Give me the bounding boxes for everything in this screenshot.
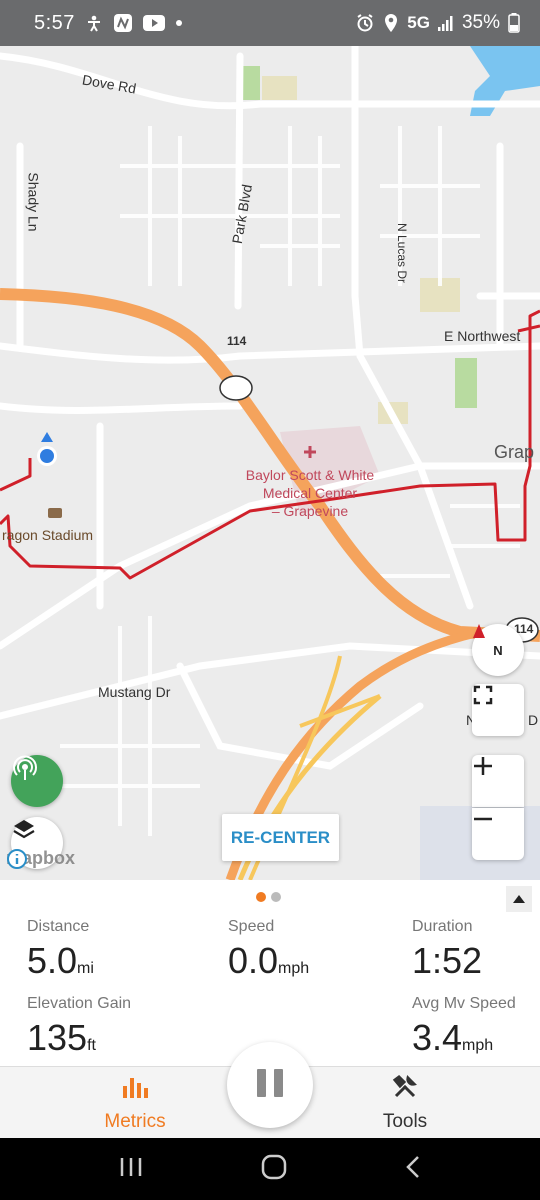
accessibility-icon [85,14,103,32]
road-label-lucas: N Lucas Dr [395,222,410,284]
metric-label: Distance [27,918,90,935]
speed-value: 0.0 [228,940,279,981]
zoom-in-button[interactable] [472,755,524,807]
elevation-unit: ft [87,1037,96,1054]
status-bar: 5:57 5G 35% [0,0,540,46]
map-canvas [0,46,540,880]
distance-unit: mi [77,960,94,977]
map-view[interactable]: Dove Rd Shady Ln Park Blvd N Lucas Dr E … [0,46,540,880]
youtube-icon [142,15,165,31]
back-button[interactable] [405,1155,421,1184]
metric-elevation: Elevation Gain 135ft [27,995,131,1059]
chevron-up-icon [513,890,525,908]
recent-apps-button[interactable] [119,1156,143,1183]
metric-value: 5.0mi [27,940,94,982]
tab-metrics[interactable]: Metrics [55,1067,215,1139]
tab-tools-label: Tools [382,1110,428,1132]
location-icon [383,13,399,33]
speed-unit: mph [278,960,310,977]
avg-speed-unit: mph [462,1037,494,1054]
bar-chart-icon [121,1074,149,1105]
signal-icon [437,15,454,31]
page-dot-inactive[interactable] [271,892,281,902]
tools-icon [392,1074,418,1105]
poi-name-line3: – Grapevine [271,503,349,519]
compass-label: N [493,642,503,658]
collapse-panel-button[interactable] [506,886,532,912]
road-label-northwest: E Northwest [444,328,521,344]
pause-icon [254,1067,286,1104]
metric-avg-speed: Avg Mv Speed 3.4mph [412,995,516,1059]
elevation-value: 135 [27,1017,88,1058]
dot-icon [175,19,183,27]
page-indicator [256,892,281,902]
poi-name-line2: Medical Center [262,485,358,501]
road-label-d: D [528,712,539,728]
metric-value: 0.0mph [228,940,309,982]
metric-value: 1:52 [412,940,482,982]
metric-value: 3.4mph [412,1017,516,1059]
home-button[interactable] [261,1154,287,1185]
network-label: 5G [407,13,430,32]
system-nav-bar [0,1138,540,1200]
metric-label: Speed [228,918,275,935]
battery-label: 35% [461,12,500,33]
poi-name-line1: Baylor Scott & White [245,467,375,483]
app-n-icon [113,13,133,33]
road-label-grapevine: Grap [494,442,535,462]
stadium-label: ragon Stadium [2,527,94,543]
status-time: 5:57 [34,11,75,34]
battery-icon [508,13,520,33]
poi-hospital-label: Baylor Scott & White Medical Center – Gr… [230,466,390,520]
metric-label: Avg Mv Speed [412,995,516,1012]
recenter-button[interactable]: RE-CENTER [222,814,339,861]
metric-value: 135ft [27,1017,131,1059]
zoom-out-button[interactable] [472,808,524,860]
metric-label: Elevation Gain [27,995,132,1012]
pause-button[interactable] [227,1042,313,1128]
duration-value: 1:52 [412,940,483,981]
page-dot-active[interactable] [256,892,266,902]
metrics-panel: Distance 5.0mi Speed 0.0mph Duration 1:5… [0,880,540,1066]
avg-speed-value: 3.4 [412,1017,463,1058]
tab-tools[interactable]: Tools [325,1067,485,1139]
broadcast-button[interactable] [11,755,63,807]
fullscreen-button[interactable] [472,684,524,736]
metric-distance: Distance 5.0mi [27,918,94,982]
metric-label: Duration [412,918,473,935]
road-label-mustang: Mustang Dr [98,684,171,700]
metric-duration: Duration 1:52 [412,918,482,982]
alarm-icon [355,13,375,33]
mapbox-attribution[interactable]: mapbox [6,848,85,869]
tab-metrics-label: Metrics [104,1110,166,1132]
highway-shield-label: 114 [227,334,247,348]
compass-button[interactable]: N [472,624,524,676]
distance-value: 5.0 [27,940,78,981]
app-screen: 5:57 5G 35% Dove Rd Shady Ln Park Blvd N… [0,0,540,1200]
metric-speed: Speed 0.0mph [228,918,309,982]
road-label-shady: Shady Ln [25,172,42,232]
